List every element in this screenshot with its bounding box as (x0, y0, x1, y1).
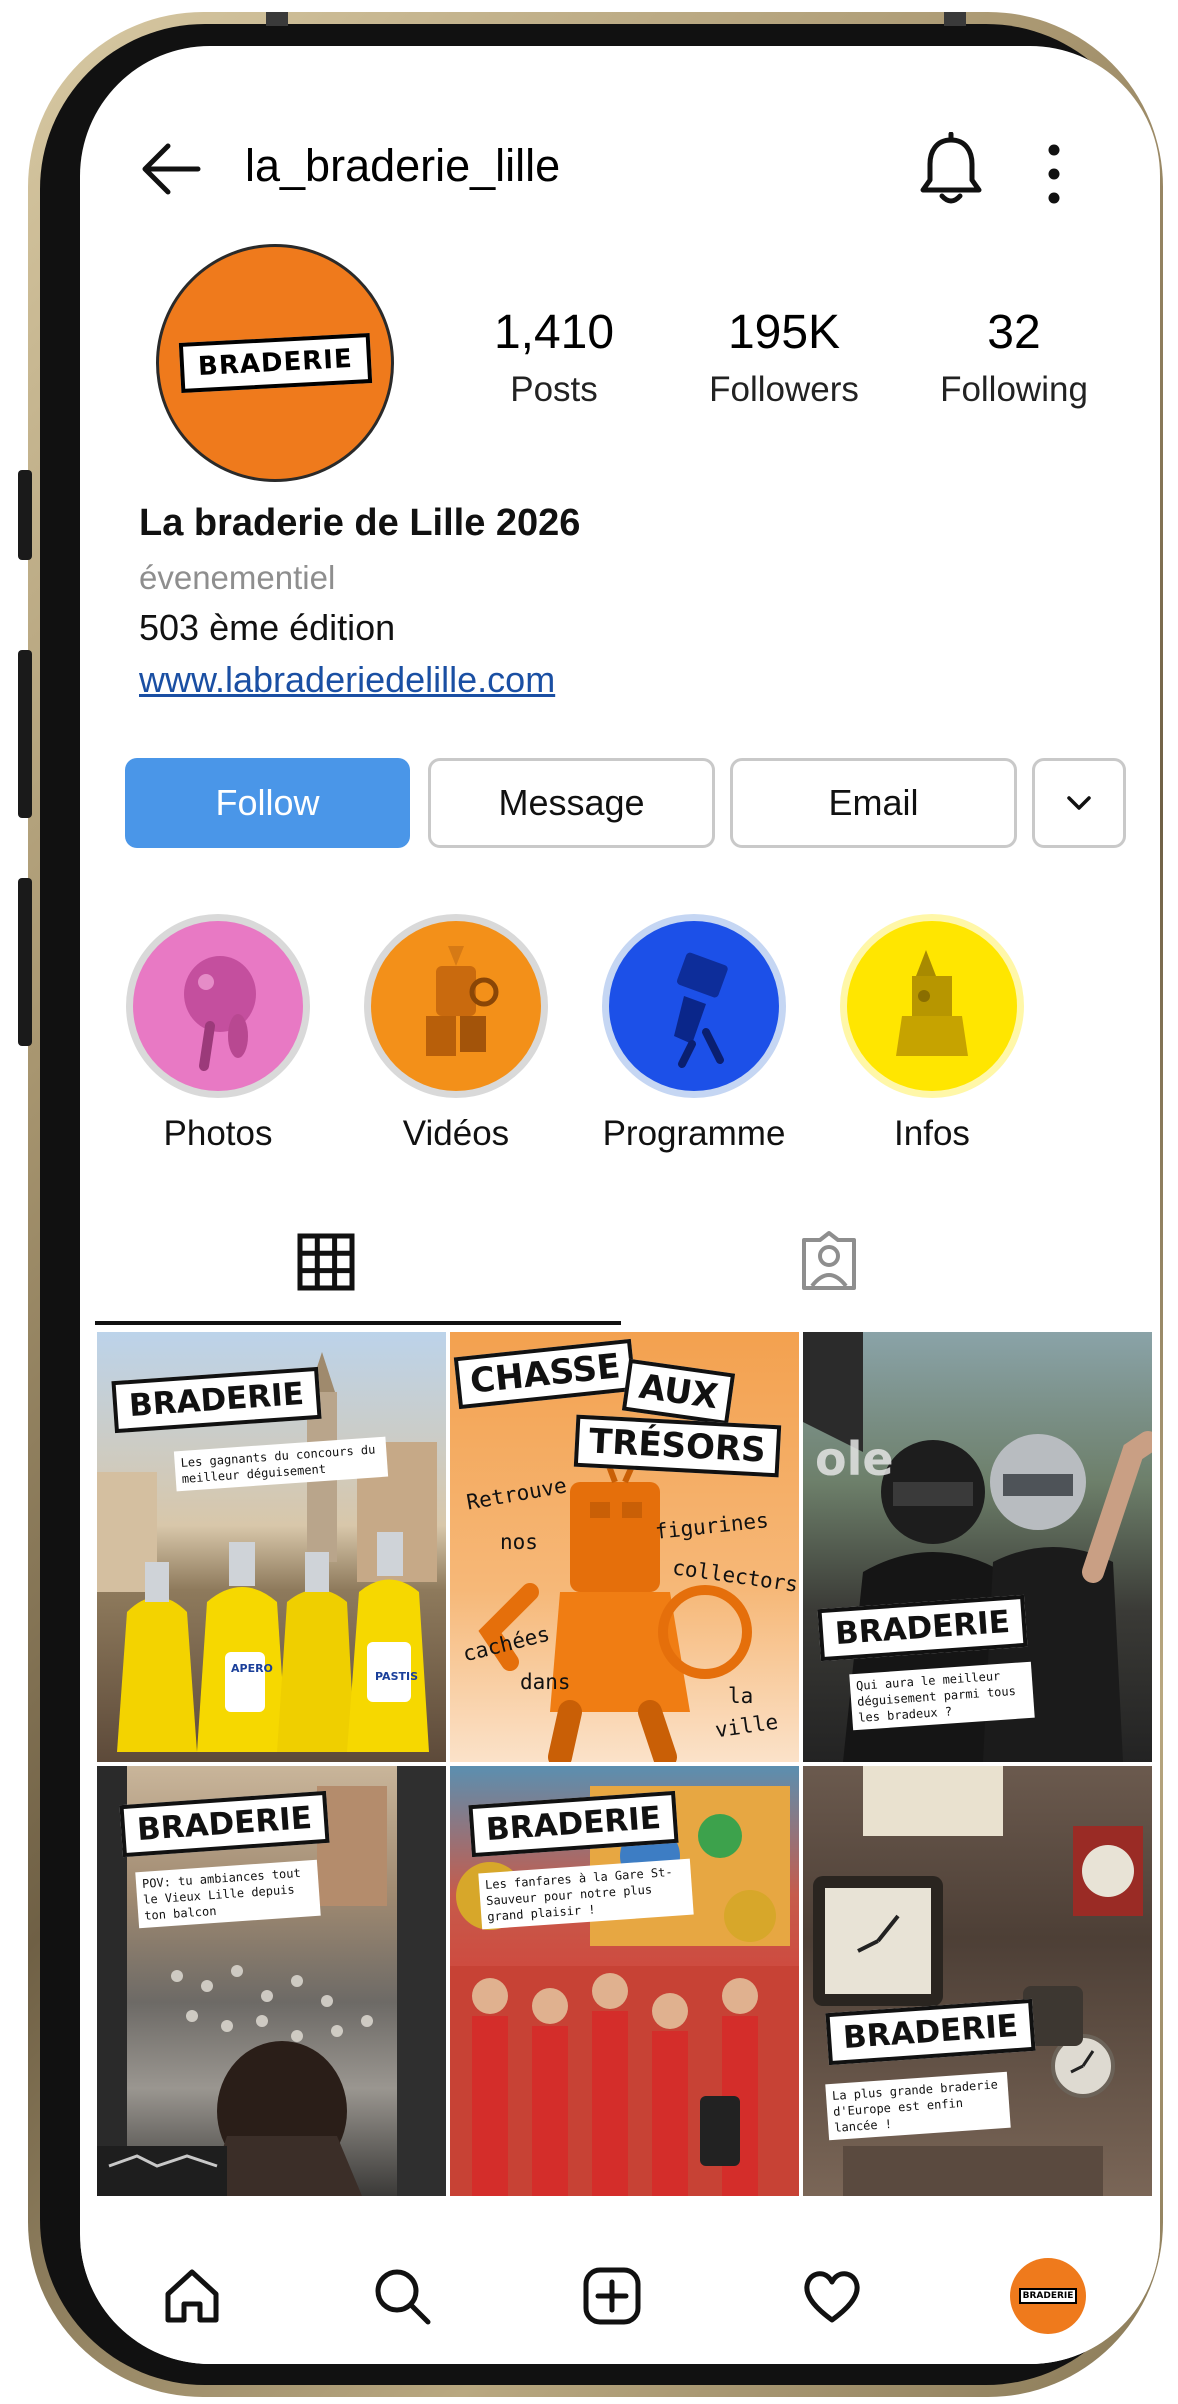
stat-value: 1,410 (493, 306, 615, 359)
pink-figure-icon (184, 956, 256, 1071)
suggestions-dropdown-button[interactable] (1032, 758, 1126, 848)
blue-figure-icon (674, 952, 728, 1068)
frame-band (266, 12, 288, 26)
post-thumbnail[interactable]: BRADERIE Les fanfares à la Gare St-Sauve… (450, 1766, 799, 2196)
frame-band (944, 12, 966, 26)
bottom-navigation: BRADERIE (80, 2244, 1160, 2364)
stat-label: Following (940, 370, 1088, 409)
highlight-ring (840, 914, 1024, 1098)
highlight-photos[interactable]: Photos (98, 914, 338, 1154)
profile-bio: La braderie de Lille 2026 évenementiel 5… (139, 502, 1120, 701)
posts-grid: BRADERIE Les gagnants du concours du mei… (97, 1332, 1152, 2196)
post-thumbnail[interactable]: BRADERIE POV: tu ambiances tout le Vieux… (97, 1766, 446, 2196)
profile-tab-avatar[interactable]: BRADERIE (1010, 2258, 1086, 2334)
profile-category: évenementiel (139, 559, 336, 596)
costume-label: PASTIS (375, 1670, 419, 1683)
profile-website-link[interactable]: www.labraderiedelille.com (139, 659, 1120, 701)
profile-header: la_braderie_lille (80, 46, 1160, 236)
highlight-cover (609, 921, 779, 1091)
highlight-label: Vidéos (402, 1114, 510, 1153)
post-thumbnail[interactable]: BRADERIE Les gagnants du concours du mei… (97, 1332, 446, 1762)
profile-username: la_braderie_lille (245, 140, 561, 191)
posts-count[interactable]: 1,410 Posts (454, 304, 654, 410)
tagged-icon[interactable] (798, 1230, 860, 1292)
grid-icon[interactable] (296, 1232, 356, 1292)
highlight-videos[interactable]: Vidéos (336, 914, 576, 1154)
stat-value: 195K (727, 306, 841, 359)
active-tab-indicator (95, 1321, 621, 1325)
stat-label: Posts (510, 370, 598, 409)
orange-robot-icon (426, 946, 499, 1056)
highlight-cover (371, 921, 541, 1091)
highlight-programme[interactable]: Programme (574, 914, 814, 1154)
chevron-down-icon (1067, 796, 1091, 810)
more-vertical-icon[interactable] (1042, 134, 1066, 214)
profile-description: 503 ème édition (139, 607, 396, 648)
create-icon[interactable] (580, 2264, 644, 2328)
highlight-label: Photos (163, 1114, 273, 1153)
volume-up-button (18, 650, 32, 818)
post-thumbnail[interactable]: BRADERIE La plus grande braderie d'Europ… (803, 1766, 1152, 2196)
heart-icon[interactable] (800, 2264, 864, 2328)
following-count[interactable]: 32 Following (914, 304, 1114, 410)
back-arrow-icon[interactable] (138, 136, 204, 202)
hunt-text: nos (500, 1530, 538, 1554)
stat-value: 32 (987, 306, 1041, 359)
bell-icon[interactable] (916, 132, 986, 208)
highlight-label: Programme (602, 1114, 786, 1153)
highlight-ring (364, 914, 548, 1098)
post-thumbnail[interactable]: ole BRADERIE Qui aura le meilleur déguis… (803, 1332, 1152, 1762)
highlight-ring (602, 914, 786, 1098)
costume-label: APERO (231, 1662, 273, 1675)
store-sign: ole (815, 1432, 894, 1486)
hunt-text: dans (520, 1670, 571, 1694)
hunt-title-word: TRÉSORS (573, 1414, 781, 1478)
email-button[interactable]: Email (730, 758, 1017, 848)
highlight-infos[interactable]: Infos (812, 914, 1052, 1154)
mute-switch (18, 470, 32, 560)
message-button[interactable]: Message (428, 758, 715, 848)
search-icon[interactable] (370, 2264, 434, 2328)
hunt-text: la (728, 1684, 754, 1708)
highlight-label: Infos (894, 1114, 970, 1153)
yellow-figure-icon (896, 950, 968, 1056)
highlight-cover (133, 921, 303, 1091)
post-thumbnail[interactable]: CHASSE AUX TRÉSORS Retrouve nos figurine… (450, 1332, 799, 1762)
highlight-ring (126, 914, 310, 1098)
home-icon[interactable] (160, 2264, 224, 2328)
screen: la_braderie_lille BRADERIE 1,410 Posts 1… (80, 46, 1160, 2364)
followers-count[interactable]: 195K Followers (684, 304, 884, 410)
highlight-cover (847, 921, 1017, 1091)
follow-button[interactable]: Follow (125, 758, 410, 848)
stat-label: Followers (709, 370, 859, 409)
profile-name: La braderie de Lille 2026 (139, 502, 581, 544)
volume-down-button (18, 878, 32, 1046)
braderie-logo: BRADERIE (178, 333, 372, 393)
profile-avatar[interactable]: BRADERIE (156, 244, 394, 482)
braderie-logo-mini: BRADERIE (1018, 2288, 1078, 2304)
